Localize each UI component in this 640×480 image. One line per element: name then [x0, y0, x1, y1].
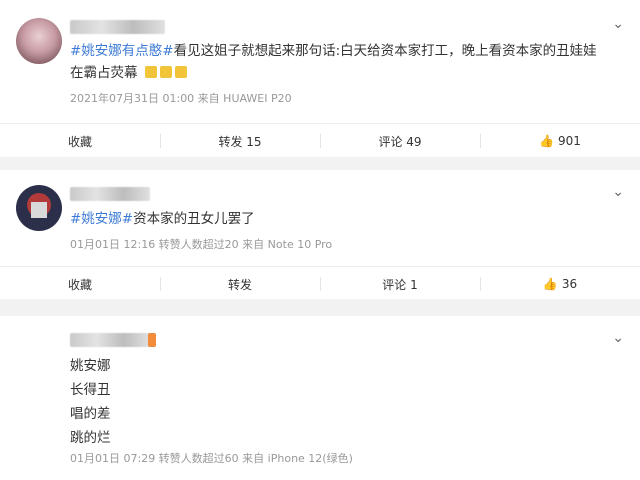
post-content: 姚安娜 长得丑 唱的差 跳的烂 [70, 354, 111, 450]
comment-label: 评论 49 [378, 134, 422, 149]
favorite-button[interactable]: 收藏 [0, 124, 160, 158]
post-line: 唱的差 [70, 406, 111, 422]
emoji-icon [159, 66, 172, 78]
topic-link[interactable]: #姚安娜有点憨# [70, 43, 174, 59]
action-bar: 收藏 转发 15 评论 49 👍 901 [0, 123, 640, 158]
favorite-label: 收藏 [67, 277, 92, 292]
post-line: 跳的烂 [70, 430, 111, 446]
comment-label: 评论 1 [382, 277, 418, 292]
post-card: ⌄ #姚安娜有点憨#看见这姐子就想起来那句话:白天给资本家打工，晚上看资本家的丑… [0, 0, 640, 157]
thumbs-up-icon: 👍 [542, 277, 558, 291]
like-count: 901 [558, 134, 581, 148]
post-meta: 01月01日 07:29 转赞人数超过60 来自 iPhone 12(绿色) [70, 452, 353, 465]
chevron-down-icon[interactable]: ⌄ [612, 184, 624, 200]
like-button[interactable]: 👍 901 [480, 124, 640, 158]
post-card: ⌄ #姚安娜#资本家的丑女儿罢了 01月01日 12:16 转赞人数超过20 来… [0, 170, 640, 299]
post-card: ⌄ 姚安娜 长得丑 唱的差 跳的烂 01月01日 07:29 转赞人数超过60 … [0, 316, 640, 480]
thumbs-up-icon: 👍 [539, 134, 555, 148]
like-count: 36 [561, 277, 578, 291]
repost-label: 转发 [227, 277, 252, 292]
action-bar: 收藏 转发 评论 1 👍 36 [0, 266, 640, 301]
username-blurred[interactable] [70, 333, 150, 347]
repost-label: 转发 15 [218, 134, 262, 149]
chevron-down-icon[interactable]: ⌄ [612, 16, 624, 32]
post-text: 资本家的丑女儿罢了 [133, 211, 255, 227]
username-blurred[interactable] [70, 20, 165, 34]
like-button[interactable]: 👍 36 [480, 267, 640, 301]
chevron-down-icon[interactable]: ⌄ [612, 330, 624, 346]
username-blurred[interactable] [70, 187, 150, 201]
post-line: 长得丑 [70, 382, 111, 398]
post-meta: 01月01日 12:16 转赞人数超过20 来自 Note 10 Pro [70, 238, 333, 251]
repost-button[interactable]: 转发 15 [160, 124, 320, 158]
post-content: #姚安娜#资本家的丑女儿罢了 [70, 208, 255, 230]
post-content: #姚安娜有点憨#看见这姐子就想起来那句话:白天给资本家打工，晚上看资本家的丑娃娃… [70, 40, 610, 84]
comment-button[interactable]: 评论 1 [320, 267, 480, 301]
favorite-label: 收藏 [67, 134, 92, 149]
post-meta: 2021年07月31日 01:00 来自 HUAWEI P20 [70, 92, 292, 105]
comment-button[interactable]: 评论 49 [320, 124, 480, 158]
favorite-button[interactable]: 收藏 [0, 267, 160, 301]
repost-button[interactable]: 转发 [160, 267, 320, 301]
emoji-icon [174, 66, 187, 78]
topic-link[interactable]: #姚安娜# [70, 211, 133, 227]
avatar[interactable] [16, 18, 62, 64]
emoji-icon [144, 66, 157, 78]
badge-icon [148, 333, 156, 347]
avatar[interactable] [16, 185, 62, 231]
post-line: 姚安娜 [70, 358, 111, 374]
